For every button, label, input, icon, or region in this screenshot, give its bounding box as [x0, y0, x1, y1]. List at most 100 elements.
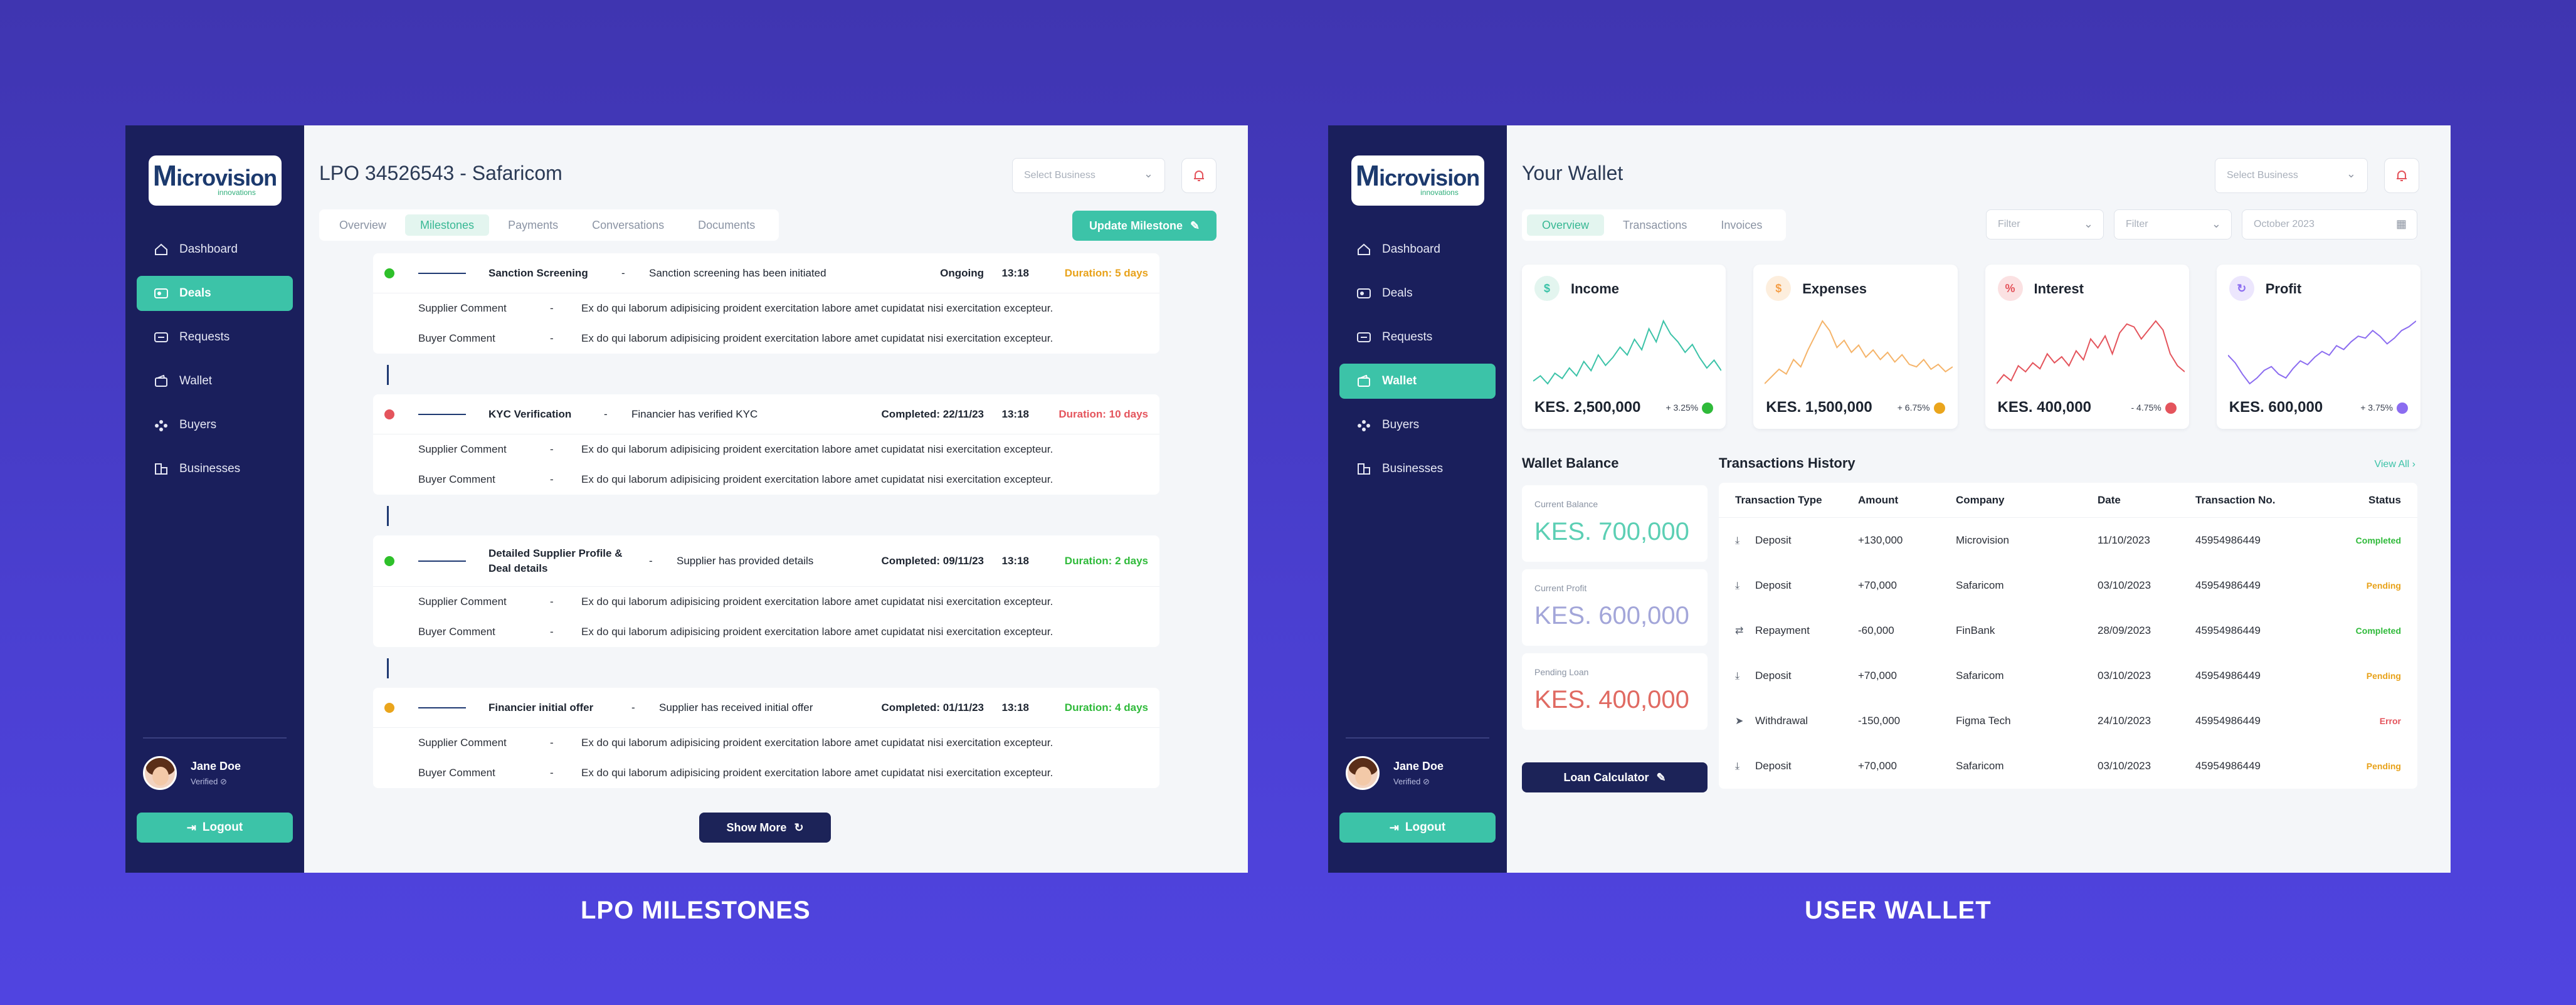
milestone-card: Detailed Supplier Profile & Deal details… [373, 535, 1159, 647]
sidebar-item-dashboard[interactable]: Dashboard [137, 232, 293, 267]
requests-icon [153, 331, 169, 344]
tab-conversations[interactable]: Conversations [577, 214, 679, 236]
wallet-icon [153, 375, 169, 387]
logo-wordmark: Microvision [1355, 159, 1480, 192]
milestones-panel: Microvision innovations Dashboard Deals … [125, 125, 1248, 873]
sidebar-item-label: Wallet [1382, 374, 1417, 387]
filter-dropdown[interactable]: Filter ⌄ [2114, 209, 2232, 239]
loan-calculator-button[interactable]: Loan Calculator ✎ [1522, 762, 1708, 792]
filter-dropdown[interactable]: Filter ⌄ [1986, 209, 2104, 239]
sidebar: Microvision innovations Dashboard Deals … [125, 125, 304, 873]
sidebar: Microvision innovations Dashboard Deals … [1328, 125, 1507, 873]
column-header: Company [1956, 493, 2005, 506]
table-row[interactable]: ⤓ Deposit +70,000 Safaricom 03/10/2023 45… [1719, 563, 2417, 608]
balance-label: Pending Loan [1534, 667, 1589, 677]
sidebar-item-dashboard[interactable]: Dashboard [1339, 232, 1496, 267]
stat-value: KES. 600,000 [2229, 399, 2323, 416]
table-row[interactable]: ➤ Withdrawal -150,000 Figma Tech 24/10/20… [1719, 698, 2417, 744]
view-all-link[interactable]: View All › [2374, 459, 2415, 470]
edit-icon: ✎ [1656, 771, 1666, 784]
milestone-desc: Sanction screening has been initiated [649, 266, 826, 279]
user-profile[interactable]: Jane Doe Verified ⊘ [1346, 756, 1444, 790]
chevron-right-icon: › [2412, 459, 2415, 470]
table-row[interactable]: ⤓ Deposit +70,000 Safaricom 03/10/2023 45… [1719, 653, 2417, 698]
table-row[interactable]: ⤓ Deposit +130,000 Microvision 11/10/2023… [1719, 518, 2417, 563]
page-title: LPO 34526543 - Safaricom [319, 162, 562, 184]
table-header: Transaction Type Amount Company Date Tra… [1719, 483, 2417, 518]
milestone-card: Sanction Screening - Sanction screening … [373, 253, 1159, 354]
tab-milestones[interactable]: Milestones [405, 214, 490, 236]
supplier-comment-row: Supplier Comment - Ex do qui laborum adipi… [418, 302, 1053, 314]
sidebar-item-businesses[interactable]: Businesses [137, 451, 293, 487]
column-header: Transaction Type [1735, 493, 1822, 506]
table-row[interactable]: ⤓ Deposit +70,000 Safaricom 03/10/2023 45… [1719, 744, 2417, 789]
connector-line [418, 560, 466, 562]
tab-invoices[interactable]: Invoices [1706, 214, 1777, 236]
milestone-duration: Duration: 2 days [1064, 554, 1148, 567]
balance-value: KES. 400,000 [1534, 686, 1689, 713]
sidebar-item-wallet[interactable]: Wallet [137, 364, 293, 399]
sidebar-item-requests[interactable]: Requests [1339, 320, 1496, 355]
sidebar-divider [1346, 737, 1489, 739]
supplier-comment-row: Supplier Comment - Ex do qui laborum adipi… [418, 737, 1053, 749]
tab-documents[interactable]: Documents [683, 214, 770, 236]
sidebar-item-label: Deals [1382, 287, 1413, 300]
stat-percent: + 6.75% [1897, 403, 1930, 413]
tab-overview[interactable]: Overview [324, 214, 401, 236]
balance-value: KES. 700,000 [1534, 518, 1689, 545]
income-icon: $ [1534, 276, 1560, 301]
wallet-balance-title: Wallet Balance [1522, 455, 1619, 471]
stat-card-profit[interactable]: ↻ Profit KES. 600,000 + 3.75% [2216, 265, 2420, 429]
column-header: Transaction No. [2195, 493, 2276, 506]
connector-line [418, 707, 466, 708]
milestone-dash: - [604, 408, 608, 420]
timeline-connector [373, 647, 1159, 688]
stat-card-income[interactable]: $ Income KES. 2,500,000 + 3.25% [1522, 265, 1726, 429]
milestone-status: Completed: 09/11/23 [881, 554, 984, 567]
stat-percent: - 4.75% [2131, 403, 2162, 413]
milestone-desc: Supplier has received initial offer [659, 701, 813, 713]
sidebar-item-deals[interactable]: Deals [1339, 276, 1496, 311]
sidebar-item-label: Businesses [179, 462, 241, 475]
balance-label: Current Balance [1534, 499, 1598, 509]
sidebar-item-buyers[interactable]: Buyers [137, 408, 293, 443]
edit-icon: ✎ [1190, 219, 1200, 232]
brand-logo[interactable]: Microvision innovations [1351, 155, 1484, 206]
logout-button[interactable]: ⇥ Logout [137, 813, 293, 843]
show-more-button[interactable]: Show More ↻ [699, 813, 831, 843]
stat-value: KES. 1,500,000 [1766, 399, 1872, 416]
user-verified: Verified ⊘ [1393, 776, 1430, 786]
milestone-title: Financier initial offer [488, 701, 594, 713]
tab-payments[interactable]: Payments [493, 214, 573, 236]
tab-transactions[interactable]: Transactions [1608, 214, 1702, 236]
tab-overview[interactable]: Overview [1527, 214, 1605, 236]
notification-bell-icon[interactable] [2384, 158, 2419, 193]
logout-button[interactable]: ⇥ Logout [1339, 813, 1496, 843]
chevron-down-icon: ⌄ [2346, 167, 2356, 180]
date-filter[interactable]: October 2023 ▦ [2242, 209, 2417, 239]
interest-icon: % [1997, 276, 2023, 301]
sidebar-item-buyers[interactable]: Buyers [1339, 408, 1496, 443]
connector-line [418, 413, 466, 415]
sparkline [2227, 320, 2416, 385]
user-profile[interactable]: Jane Doe Verified ⊘ [143, 756, 241, 790]
update-milestone-button[interactable]: Update Milestone ✎ [1072, 211, 1217, 241]
sidebar-item-businesses[interactable]: Businesses [1339, 451, 1496, 487]
status-badge: Pending [2366, 761, 2401, 771]
sidebar-item-requests[interactable]: Requests [137, 320, 293, 355]
sidebar-item-deals[interactable]: Deals [137, 276, 293, 311]
user-verified: Verified ⊘ [191, 776, 227, 786]
table-row[interactable]: ⇄ Repayment -60,000 FinBank 28/09/2023 45… [1719, 608, 2417, 653]
stat-card-interest[interactable]: % Interest KES. 400,000 - 4.75% [1985, 265, 2189, 429]
notification-bell-icon[interactable] [1181, 158, 1217, 193]
milestone-dash: - [621, 266, 625, 279]
brand-logo[interactable]: Microvision innovations [148, 155, 282, 206]
stat-label: Expenses [1802, 281, 1867, 297]
sidebar-item-wallet[interactable]: Wallet [1339, 364, 1496, 399]
repeat-icon: ⇄ [1735, 626, 1744, 636]
stat-card-expenses[interactable]: $ Expenses KES. 1,500,000 + 6.75% [1753, 265, 1958, 429]
select-business-dropdown[interactable]: Select Business ⌄ [2215, 158, 2368, 193]
milestone-dash: - [631, 701, 635, 713]
select-business-dropdown[interactable]: Select Business ⌄ [1012, 158, 1165, 193]
sidebar-item-label: Deals [179, 287, 211, 300]
